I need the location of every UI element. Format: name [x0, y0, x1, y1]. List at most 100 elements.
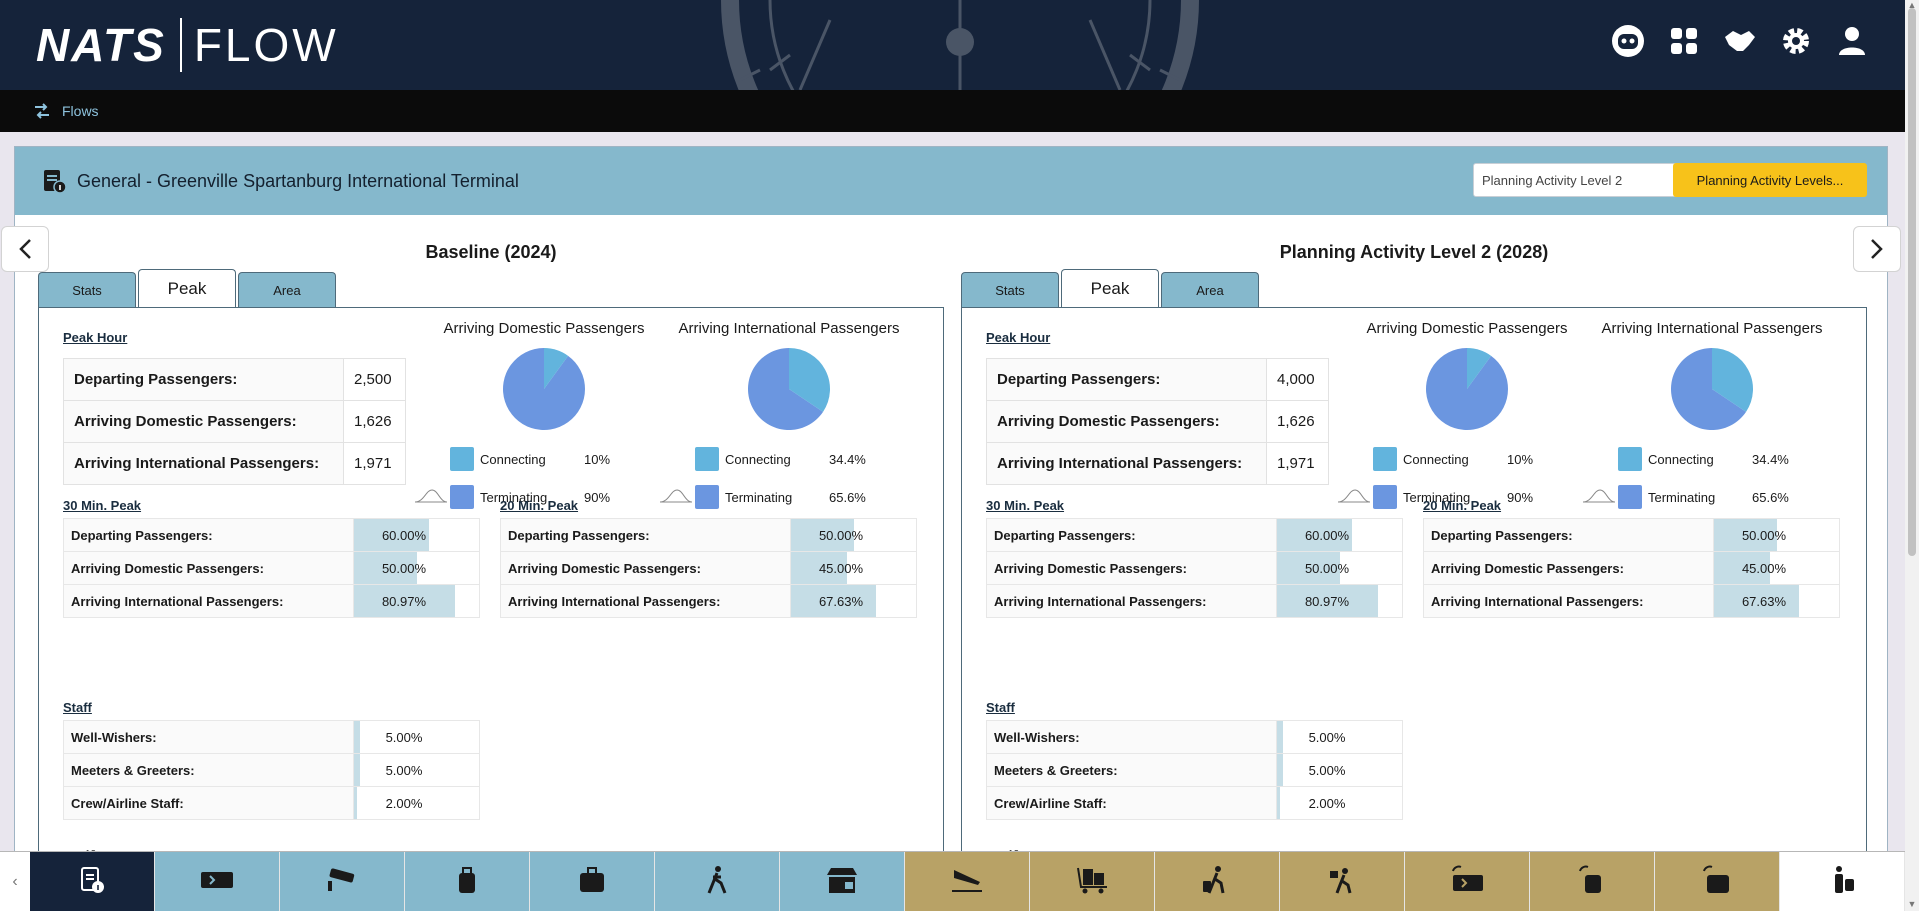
min30-peak-label: 30 Min. Peak: [63, 498, 142, 513]
assistant-robot-icon[interactable]: [1611, 24, 1645, 58]
row-label: Arriving Domestic Passengers:: [986, 400, 1267, 443]
table-row: Arriving Domestic Passengers: 45.00%: [1423, 551, 1840, 585]
scroll-down-arrow-icon[interactable]: ▼: [1905, 899, 1919, 911]
logo-nats: NATS: [36, 19, 166, 71]
tab-stats[interactable]: Stats: [961, 272, 1059, 307]
row-value-cell: 5.00%: [353, 720, 480, 754]
row-value-cell: 45.00%: [1713, 551, 1840, 585]
legend-terminating: Terminating 65.6%: [1582, 483, 1832, 511]
row-label: Departing Passengers:: [63, 358, 344, 401]
table-row: Arriving Domestic Passengers: 50.00%: [986, 551, 1403, 585]
legend-value: 34.4%: [1752, 451, 1789, 467]
legend-connecting: Connecting 10%: [450, 445, 664, 473]
tab-area[interactable]: Area: [238, 272, 336, 307]
pie-title: Arriving International Passengers: [678, 320, 900, 337]
legend-label: Terminating: [725, 489, 793, 505]
locked-person-icon: [1327, 865, 1357, 900]
tab-area[interactable]: Area: [1161, 272, 1259, 307]
pie-title: Arriving Domestic Passengers: [443, 320, 645, 337]
compass-graphic-icon: [721, 0, 1199, 90]
bottom-scroll-left-button[interactable]: ‹: [0, 852, 30, 911]
previous-arrow-button[interactable]: [1, 226, 49, 272]
row-value: 2.00%: [1308, 795, 1346, 811]
scrollbar-thumb[interactable]: [1908, 8, 1916, 556]
row-value-cell: 2.00%: [353, 786, 480, 820]
select-value: Planning Activity Level 2: [1482, 172, 1623, 188]
logo-divider: [179, 18, 182, 72]
legend-connecting: Connecting 34.4%: [695, 445, 909, 473]
row-value-cell: 50.00%: [1276, 551, 1403, 585]
row-label: Departing Passengers:: [63, 518, 354, 552]
row-value: 67.63%: [818, 593, 864, 609]
process-step-check-in-ticket[interactable]: [155, 852, 280, 911]
min20-peak-label: 20 Min. Peak: [1423, 498, 1502, 513]
flows-icon[interactable]: [32, 101, 52, 121]
staff-table: Well-Wishers: 5.00% Meeters & Greeters: 5.0…: [63, 720, 480, 820]
secondary-nav: Flows: [0, 90, 1905, 132]
process-step-carry-on-bag[interactable]: [405, 852, 530, 911]
baseline-column: Baseline (2024) Stats Peak Area Peak Hour Dep…: [38, 230, 944, 867]
process-step-locked-person[interactable]: [1280, 852, 1405, 911]
process-step-transfer-suitcase[interactable]: [1655, 852, 1780, 911]
process-step-transfer-ticket[interactable]: [1405, 852, 1530, 911]
table-row: Meeters & Greeters: 5.00%: [63, 753, 480, 787]
process-step-general-doc[interactable]: [30, 852, 155, 911]
apps-grid-icon[interactable]: [1667, 24, 1701, 58]
tab-peak[interactable]: Peak: [138, 269, 236, 307]
process-step-baggage-cart[interactable]: [1030, 852, 1155, 911]
legend-value: 10%: [1507, 451, 1534, 467]
row-label: Departing Passengers:: [1423, 518, 1714, 552]
legend-swatch-terminating: [1618, 485, 1642, 509]
view-tabs: Stats Peak Area: [38, 269, 338, 307]
row-value-cell: 67.63%: [1713, 584, 1840, 618]
row-value: 50.00%: [1304, 560, 1350, 576]
tab-stats[interactable]: Stats: [38, 272, 136, 307]
row-label: Arriving Domestic Passengers:: [63, 551, 354, 585]
row-label: Meeters & Greeters:: [63, 753, 354, 787]
row-value-cell: 50.00%: [790, 518, 917, 552]
process-step-suitcase[interactable]: [530, 852, 655, 911]
table-row: Departing Passengers: 50.00%: [1423, 518, 1840, 552]
process-step-retail-store[interactable]: [780, 852, 905, 911]
row-label: Meeters & Greeters:: [986, 753, 1277, 787]
view-tabs: Stats Peak Area: [961, 269, 1261, 307]
row-value: 80.97%: [381, 593, 427, 609]
handshake-icon[interactable]: [1723, 24, 1757, 58]
process-step-traveler-luggage[interactable]: [1155, 852, 1280, 911]
table-row: Well-Wishers: 5.00%: [63, 720, 480, 754]
baggage-cart-icon: [1075, 865, 1109, 900]
process-step-walking-person[interactable]: [655, 852, 780, 911]
settings-gear-icon[interactable]: [1779, 24, 1813, 58]
row-value-cell: 2.00%: [1276, 786, 1403, 820]
process-step-person-bag[interactable]: [1780, 852, 1905, 911]
next-arrow-button[interactable]: [1853, 226, 1901, 272]
peak-tab-content: Peak Hour Departing Passengers: 4,000 Arriv…: [961, 307, 1867, 867]
brand-logo[interactable]: NATS FLOW: [36, 18, 339, 72]
process-step-transfer-bag[interactable]: [1530, 852, 1655, 911]
table-row: Crew/Airline Staff: 2.00%: [986, 786, 1403, 820]
legend-label: Connecting: [480, 451, 546, 467]
row-label: Arriving International Passengers:: [986, 442, 1267, 485]
row-label: Departing Passengers:: [986, 358, 1267, 401]
row-value: 60.00%: [381, 527, 427, 543]
vertical-scrollbar[interactable]: ▲ ▼: [1905, 0, 1919, 911]
general-doc-icon: [77, 865, 107, 900]
min30-peak-table: Departing Passengers: 60.00% Arriving Dome…: [986, 518, 1403, 618]
row-value: 5.00%: [385, 762, 423, 778]
row-value: 5.00%: [1308, 729, 1346, 745]
pie-graphic: [1426, 348, 1508, 430]
user-profile-icon[interactable]: [1835, 24, 1869, 58]
process-step-security-camera[interactable]: [280, 852, 405, 911]
row-value: 45.00%: [1741, 560, 1787, 576]
pie-chart: Arriving Domestic Passengers Connecting 1…: [414, 320, 664, 511]
peak-tab-content: Peak Hour Departing Passengers: 2,500 Arriv…: [38, 307, 944, 867]
row-value: 60.00%: [1304, 527, 1350, 543]
min20-peak-table: Departing Passengers: 50.00% Arriving Dome…: [500, 518, 917, 618]
process-step-plane-landing[interactable]: [905, 852, 1030, 911]
table-row: Arriving International Passengers: 80.97%: [986, 584, 1403, 618]
tab-peak[interactable]: Peak: [1061, 269, 1159, 307]
planning-activity-levels-button[interactable]: Planning Activity Levels...: [1673, 163, 1867, 197]
flows-link[interactable]: Flows: [62, 103, 99, 119]
pie-chart: Arriving Domestic Passengers Connecting 1…: [1337, 320, 1587, 511]
legend-value: 34.4%: [829, 451, 866, 467]
